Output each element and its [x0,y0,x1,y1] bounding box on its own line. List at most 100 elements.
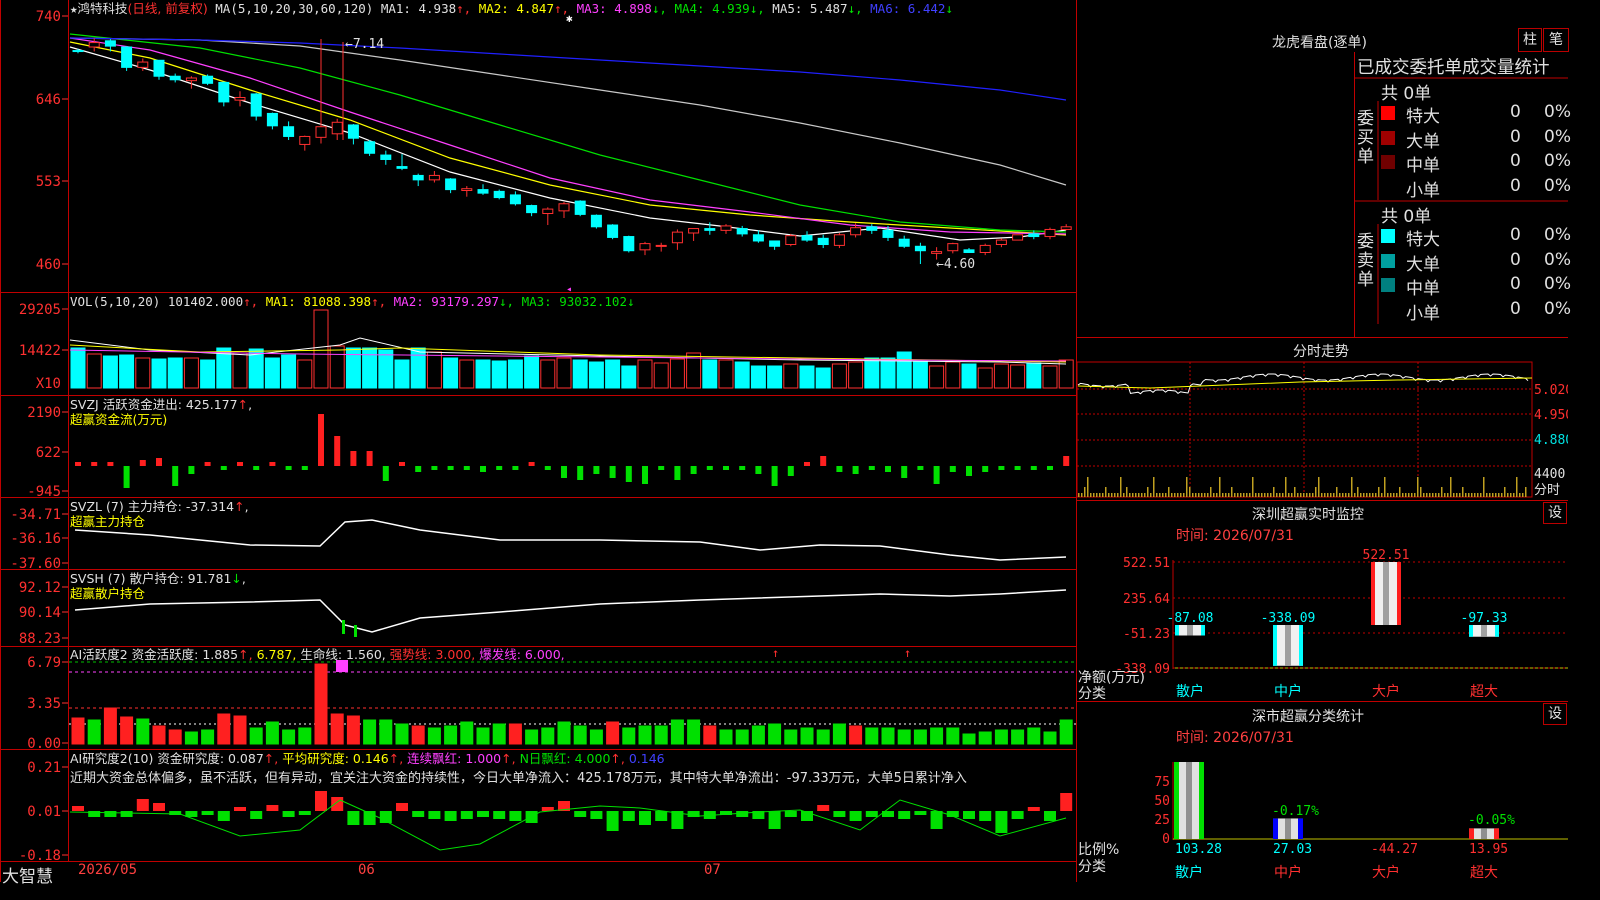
candle [688,228,700,234]
fs-vol-bar [1279,493,1281,497]
main-chart-canvas[interactable]: 740 646 553 460 29205 14422 X10 2190 622 -945 -34.… [0,0,1568,882]
sz-bar-edge [1495,625,1499,637]
candle [396,166,408,169]
candle [445,178,457,191]
fs-vol-bar [1396,493,1398,497]
fs-vol-bar [1219,477,1221,497]
fs-vol-bar [1357,487,1359,497]
fs-vol-bar [1516,477,1518,497]
sc-settings-button[interactable]: 设 [1543,703,1567,725]
volume-bar [507,359,523,389]
volume-bar [491,360,507,389]
sz-settings-button[interactable]: 设 [1543,502,1567,524]
vol-ma3: MA3: 93032.102 [521,294,627,309]
fs-axis-label: 5.020 [1534,383,1568,398]
fs-vol-bar [1111,493,1113,497]
fs-vol-bar [1081,493,1083,497]
axis-tick-label: X10 [36,376,61,392]
buy-count: 0 [1510,102,1521,122]
bar-view-button[interactable]: 柱 [1518,28,1542,52]
sell-pct: 0% [1544,225,1571,245]
ai-commentary: 近期大资金总体偏多，虽不活跃，但有异动，宜关注大资金的持续性，今日大单净流入：4… [70,771,967,786]
sc-category: 散户 [1175,864,1203,881]
sc-bar [1174,762,1204,839]
fs-vol-bar [1291,493,1293,497]
buy-pct: 0% [1544,151,1571,171]
tick-view-button[interactable]: 笔 [1543,28,1569,52]
sc-top-value-1: -0.17% [1272,804,1319,819]
svzj-bar [836,466,843,472]
fs-vol-bar [1189,487,1191,497]
fs-vol-bar [1504,487,1506,497]
svzj-bar [674,466,681,480]
fs-vol-bar [1267,493,1269,497]
fs-vol-bar [1090,493,1092,497]
ai2-bar [898,811,911,819]
volume-bar [70,347,86,389]
candle [137,61,149,68]
volume-bar [945,361,961,389]
volume-bar [912,361,928,389]
sell-row: 特大 0 0% [1381,225,1571,250]
ai1-bar [865,727,879,745]
fs-vol-bar [1096,493,1098,497]
volume-bar [313,309,329,389]
fs-vol-bar [1435,493,1437,497]
fs-vol-bar [1336,487,1338,497]
sz-bar-value: -97.33 [1461,611,1508,626]
sc-top-value-2: -0.05% [1468,813,1515,828]
fs-vol-bar [1321,493,1323,497]
candle [104,40,116,47]
sz-bar-edge [1469,625,1473,637]
fs-axis-label: 分时 [1534,483,1560,498]
volume-bar [993,363,1009,389]
fs-vol-bar [1120,477,1122,497]
ai2-bar [315,791,327,811]
ai2-bar [655,811,668,821]
volume-bar [475,359,491,389]
svzj-bar [771,466,778,486]
sz-category: 中户 [1274,683,1302,700]
fs-vol-bar [1432,493,1434,497]
volume-bar [86,353,102,389]
date-label-2: 06 [358,862,375,878]
svzj-bar [123,466,130,488]
ai1-bar [573,725,587,745]
candle [428,174,440,181]
volume-bar [281,354,297,389]
fs-vol-bar [1159,493,1161,497]
sz-cat: 分类 [1078,686,1106,702]
buy-pct: 0% [1544,175,1571,196]
period-label[interactable]: (日线, 前复权) [128,1,208,16]
sc-category: 中户 [1274,864,1302,881]
svzj-bar [447,466,454,470]
ai1-bar [314,663,328,745]
sz-bar [1371,562,1401,625]
svzj-bar [366,451,373,466]
fs-vol-bar [1222,493,1224,497]
svzj-bar [1063,456,1070,466]
sc-cat: 分类 [1078,859,1106,875]
svzj-bar [901,466,908,478]
star-icon[interactable]: ★ [70,1,78,16]
svzj-bar [269,462,276,466]
fs-vol-bar [1099,493,1101,497]
fs-axis-label: 4400 [1534,467,1565,482]
fs-vol-bar [1117,493,1119,497]
volume-bar [151,358,167,389]
candle [590,214,602,228]
axis-tick-label: 0.21 [27,760,61,776]
ai1-bar [233,715,247,745]
ai2-bar [963,811,975,819]
fs-vol-bar [1105,487,1107,497]
sz-bar [1273,625,1303,666]
fs-price-line [1077,373,1529,395]
svzj-bar [139,460,146,466]
ai2-bar [590,811,603,819]
ai1-bar [849,725,863,745]
candle [655,244,667,247]
stock-name[interactable]: 鸿特科技 [78,1,128,16]
axis-tick-label: 90.14 [19,605,61,621]
ai2-bar [784,811,797,817]
fs-vol-bar [1510,493,1512,497]
